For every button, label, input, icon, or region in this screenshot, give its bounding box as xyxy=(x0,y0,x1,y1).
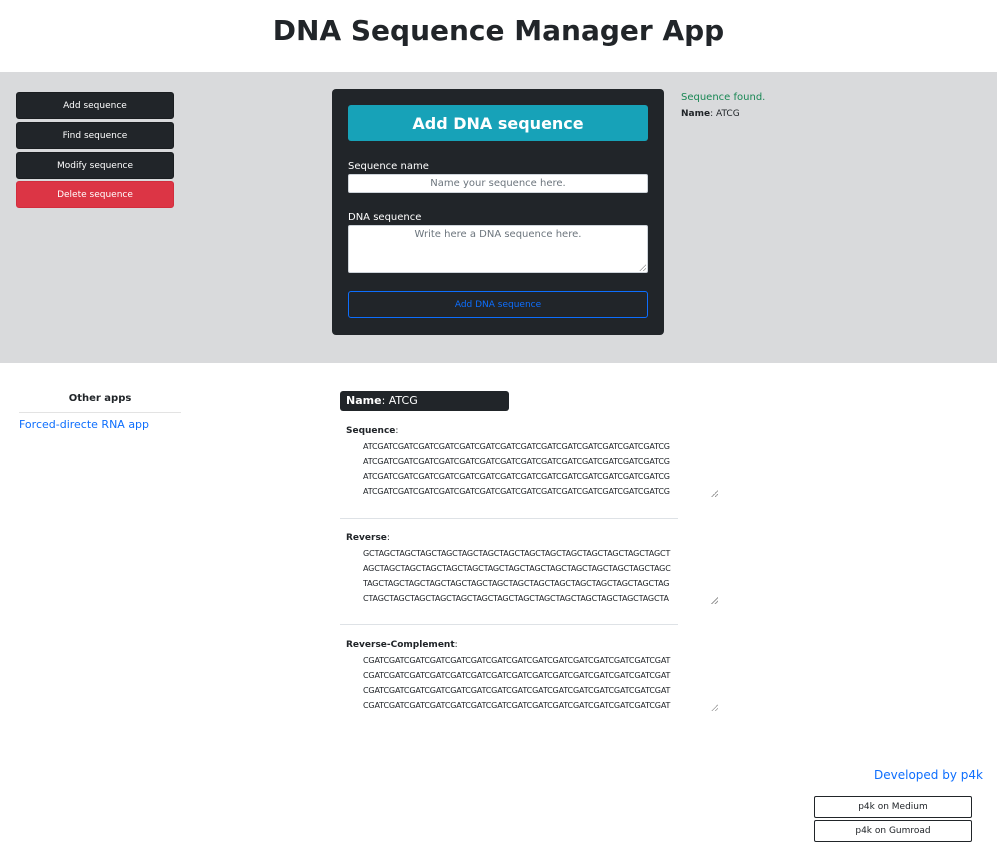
result-name-key: Name xyxy=(346,394,382,407)
modify-sequence-button[interactable]: Modify sequence xyxy=(16,152,174,179)
delete-sequence-button[interactable]: Delete sequence xyxy=(16,181,174,208)
dna-sequence-textarea[interactable]: Write here a DNA sequence here. xyxy=(348,225,648,273)
reverse-complement-label-text: Reverse-Complement xyxy=(346,640,455,650)
section-divider xyxy=(340,624,678,625)
resize-grip-icon[interactable] xyxy=(711,490,718,497)
result-name-value: : ATCG xyxy=(381,394,418,407)
found-name-key: Name xyxy=(681,109,711,119)
reverse-complement-label-suffix: : xyxy=(454,640,458,650)
sequence-textarea[interactable]: ATCGATCGATCGATCGATCGATCGATCGATCGATCGATCG… xyxy=(363,439,721,497)
resize-grip-icon[interactable] xyxy=(639,264,646,271)
add-dna-sequence-button[interactable]: Add DNA sequence xyxy=(348,291,648,318)
sequence-label-suffix: : xyxy=(395,426,399,436)
sequence-label-text: Sequence xyxy=(346,426,396,436)
gumroad-button[interactable]: p4k on Gumroad xyxy=(814,820,972,842)
sequence-name-label: Sequence name xyxy=(348,161,429,172)
other-apps-title: Other apps xyxy=(68,393,132,404)
other-apps-divider xyxy=(19,412,181,413)
found-sequence-name: Name: ATCG xyxy=(681,109,740,119)
sequence-label: Sequence: xyxy=(346,426,398,436)
add-sequence-button[interactable]: Add sequence xyxy=(16,92,174,119)
rna-app-link[interactable]: Forced-directe RNA app xyxy=(19,418,149,431)
reverse-complement-textarea[interactable]: CGATCGATCGATCGATCGATCGATCGATCGATCGATCGAT… xyxy=(363,653,721,711)
section-divider xyxy=(340,518,678,519)
reverse-complement-label: Reverse-Complement: xyxy=(346,640,458,650)
dna-sequence-label: DNA sequence xyxy=(348,212,422,223)
medium-button[interactable]: p4k on Medium xyxy=(814,796,972,818)
status-message: Sequence found. xyxy=(681,92,766,103)
reverse-label: Reverse: xyxy=(346,533,390,543)
reverse-textarea[interactable]: GCTAGCTAGCTAGCTAGCTAGCTAGCTAGCTAGCTAGCTA… xyxy=(363,546,721,604)
found-name-value: : ATCG xyxy=(710,109,740,119)
sequence-name-input[interactable]: Name your sequence here. xyxy=(348,174,648,193)
reverse-label-suffix: : xyxy=(386,533,390,543)
resize-grip-icon[interactable] xyxy=(711,597,718,604)
developer-link[interactable]: Developed by p4k xyxy=(874,768,983,782)
resize-grip-icon[interactable] xyxy=(711,704,718,711)
find-sequence-button[interactable]: Find sequence xyxy=(16,122,174,149)
form-header: Add DNA sequence xyxy=(348,105,648,141)
dna-sequence-placeholder: Write here a DNA sequence here. xyxy=(414,229,582,240)
page-title: DNA Sequence Manager App xyxy=(272,14,725,47)
add-sequence-form: Add DNA sequence Sequence name Name your… xyxy=(332,89,664,335)
result-name-badge: Name: ATCG xyxy=(340,391,509,411)
reverse-label-text: Reverse xyxy=(346,533,387,543)
